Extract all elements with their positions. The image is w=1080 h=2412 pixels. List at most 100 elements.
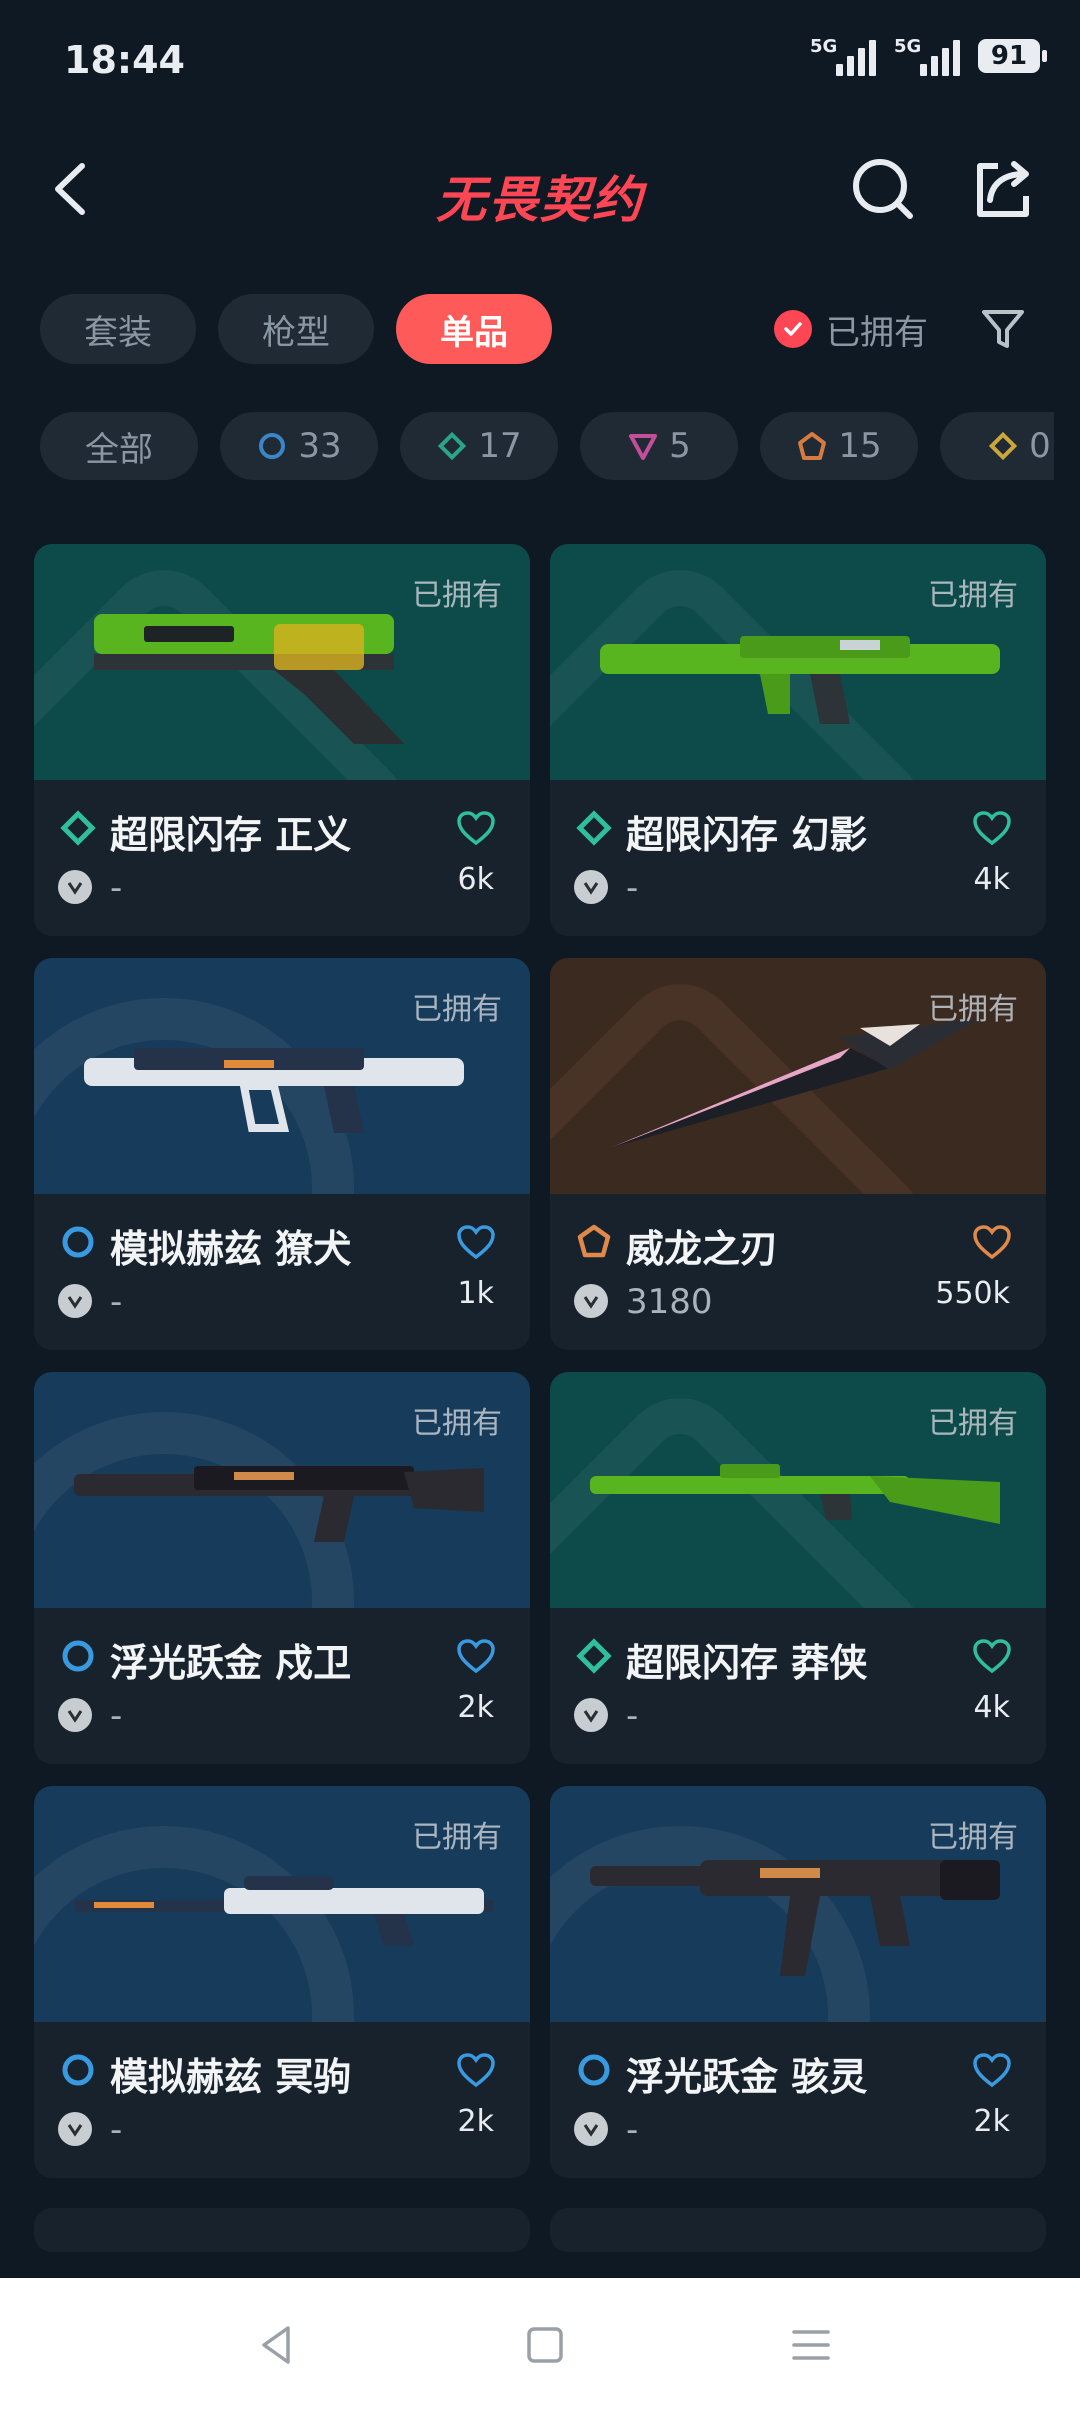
item-image: 已拥有 [550, 544, 1046, 780]
item-image: 已拥有 [550, 958, 1046, 1194]
item-name: 超限闪存 莽侠 [626, 1641, 868, 1685]
status-bar: 18:44 5G 5G 91 [0, 0, 1080, 120]
share-icon [977, 161, 1029, 217]
heart-icon[interactable] [456, 1638, 496, 1674]
filter-icon [982, 310, 1024, 348]
item-price: 3180 [626, 1282, 713, 1322]
item-image: 已拥有 [34, 1372, 530, 1608]
like-count: 4k [973, 862, 1010, 897]
rarity-chip-select[interactable]: 33 [220, 412, 378, 480]
like-count: 550k [935, 1276, 1010, 1311]
item-price: - [626, 2110, 639, 2150]
heart-icon[interactable] [972, 1224, 1012, 1260]
rarity-chip-all[interactable]: 全部 [40, 412, 198, 480]
owned-tag: 已拥有 [928, 1820, 1018, 1855]
owned-filter-label: 已拥有 [826, 312, 928, 353]
like-count: 2k [457, 2104, 494, 2139]
item-card[interactable]: 已拥有 浮光跃金 骇灵 - 2k [550, 1786, 1046, 2178]
owned-filter-toggle[interactable]: 已拥有 [774, 296, 928, 362]
item-price: - [110, 1282, 123, 1322]
system-nav-bar [0, 2278, 1080, 2412]
select-tier-icon [578, 2054, 610, 2086]
item-card-partial[interactable] [550, 2208, 1046, 2252]
exclusive-tier-icon [577, 1224, 611, 1258]
deluxe-tier-icon [60, 810, 96, 846]
select-tier-icon [62, 1226, 94, 1258]
item-name: 超限闪存 正义 [110, 813, 352, 857]
share-button[interactable] [968, 154, 1038, 224]
owned-tag: 已拥有 [412, 992, 502, 1027]
item-card[interactable]: 已拥有 威龙之刃 3180 550k [550, 958, 1046, 1350]
item-image: 已拥有 [34, 1786, 530, 2022]
item-card[interactable]: 已拥有 超限闪存 幻影 - 4k [550, 544, 1046, 936]
rarity-chip-deluxe[interactable]: 17 [400, 412, 558, 480]
nav-back-icon[interactable] [254, 2322, 300, 2368]
item-image: 已拥有 [550, 1372, 1046, 1608]
item-name: 模拟赫兹 冥驹 [110, 2055, 352, 2099]
signal-icon: 5G [810, 36, 876, 76]
owned-tag: 已拥有 [412, 1406, 502, 1441]
item-name: 浮光跃金 骇灵 [626, 2055, 868, 2099]
heart-icon[interactable] [456, 1224, 496, 1260]
like-count: 1k [457, 1276, 494, 1311]
diamond-icon [989, 431, 1018, 461]
heart-icon[interactable] [972, 810, 1012, 846]
select-tier-icon [62, 1640, 94, 1672]
heart-icon[interactable] [456, 810, 496, 846]
item-name: 超限闪存 幻影 [626, 813, 868, 857]
item-card[interactable]: 已拥有 模拟赫兹 冥驹 - 2k [34, 1786, 530, 2178]
item-card[interactable]: 已拥有 超限闪存 正义 - 6k [34, 544, 530, 936]
nav-home-icon[interactable] [522, 2322, 568, 2368]
item-card[interactable]: 已拥有 超限闪存 莽侠 - 4k [550, 1372, 1046, 1764]
like-count: 6k [457, 862, 494, 897]
like-count: 2k [973, 2104, 1010, 2139]
battery-icon: 91 [978, 39, 1047, 73]
vp-currency-icon [58, 870, 92, 904]
item-card[interactable]: 已拥有 浮光跃金 戍卫 - 2k [34, 1372, 530, 1764]
status-time: 18:44 [64, 38, 185, 82]
item-price: - [110, 2110, 123, 2150]
item-price: - [110, 1696, 123, 1736]
item-name: 模拟赫兹 獠犬 [110, 1227, 352, 1271]
triangle-icon [629, 434, 658, 460]
heart-icon[interactable] [456, 2052, 496, 2088]
vp-currency-icon [574, 2112, 608, 2146]
rarity-filter-row: 全部 33 17 5 15 0 [40, 412, 1054, 482]
owned-tag: 已拥有 [412, 578, 502, 613]
search-icon [853, 159, 913, 219]
item-image: 已拥有 [34, 958, 530, 1194]
like-count: 2k [457, 1690, 494, 1725]
item-image: 已拥有 [550, 1786, 1046, 2022]
item-name: 威龙之刃 [626, 1227, 779, 1271]
check-icon [774, 310, 812, 348]
item-card-partial[interactable] [34, 2208, 530, 2252]
vp-currency-icon [58, 1284, 92, 1318]
item-card[interactable]: 已拥有 模拟赫兹 獠犬 - 1k [34, 958, 530, 1350]
tab-suits[interactable]: 套装 [40, 294, 196, 364]
vp-currency-icon [58, 1698, 92, 1732]
vp-currency-icon [574, 870, 608, 904]
search-button[interactable] [848, 154, 918, 224]
vp-currency-icon [574, 1284, 608, 1318]
owned-tag: 已拥有 [928, 992, 1018, 1027]
rarity-chip-ultra[interactable]: 0 [940, 412, 1054, 480]
item-price: - [626, 1696, 639, 1736]
page-title: 无畏契约 [436, 171, 644, 229]
tab-gun-type[interactable]: 枪型 [218, 294, 374, 364]
tab-single-item[interactable]: 单品 [396, 294, 552, 364]
heart-icon[interactable] [972, 1638, 1012, 1674]
pentagon-icon [798, 432, 827, 460]
heart-icon[interactable] [972, 2052, 1012, 2088]
category-tabs: 套装 枪型 单品 [40, 294, 552, 364]
owned-tag: 已拥有 [412, 1820, 502, 1855]
rarity-chip-premium[interactable]: 5 [580, 412, 738, 480]
rarity-chip-exclusive[interactable]: 15 [760, 412, 918, 480]
nav-menu-icon[interactable] [788, 2322, 834, 2368]
filter-button[interactable] [978, 304, 1028, 354]
owned-tag: 已拥有 [928, 1406, 1018, 1441]
item-image: 已拥有 [34, 544, 530, 780]
select-tier-icon [62, 2054, 94, 2086]
like-count: 4k [973, 1690, 1010, 1725]
signal-icon-2: 5G [894, 36, 960, 76]
owned-tag: 已拥有 [928, 578, 1018, 613]
